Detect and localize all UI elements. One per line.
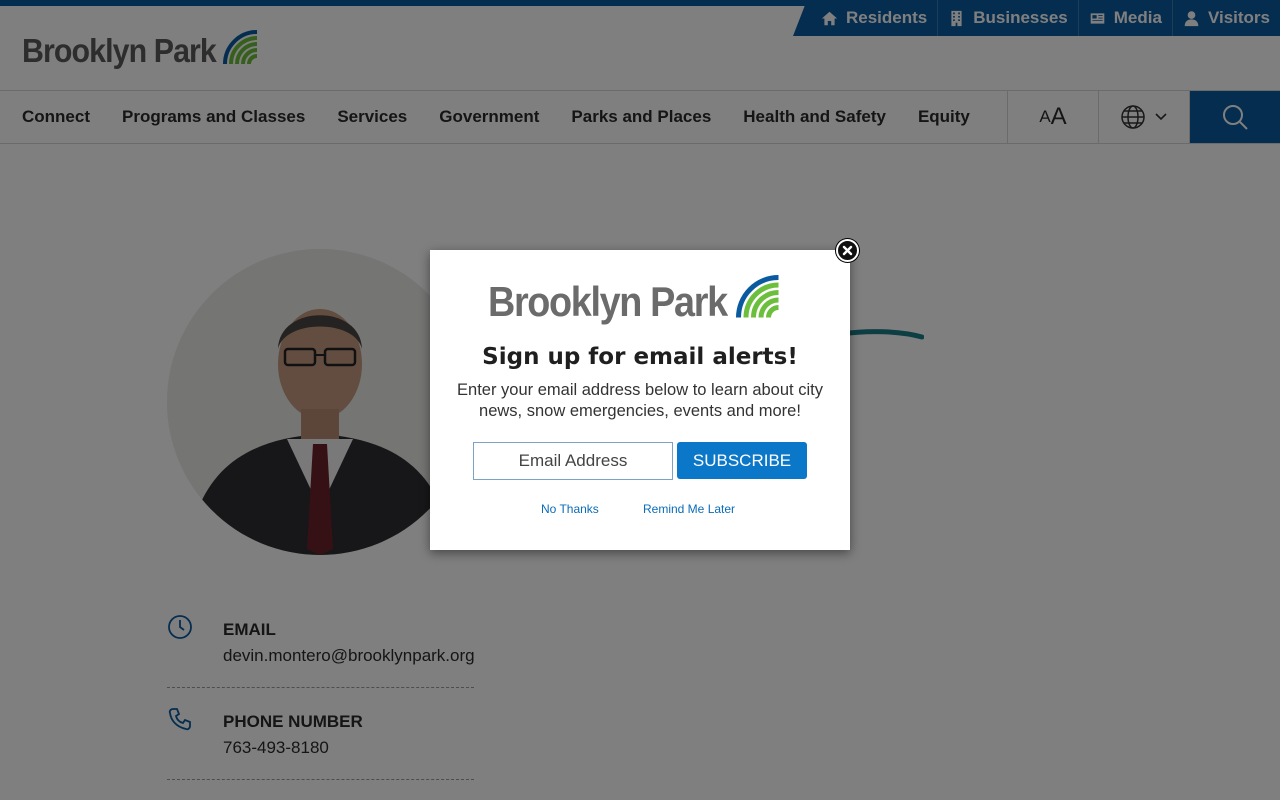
logo-arcs-icon [736,275,780,318]
modal-heading: Sign up for email alerts! [482,344,798,370]
subscribe-button[interactable]: SUBSCRIBE [677,442,807,479]
email-signup-modal: Brooklyn Park Sign up for email alerts! … [430,250,850,550]
modal-logo-text: Brooklyn Park [488,278,728,325]
modal-close-button[interactable] [836,239,859,262]
remind-me-later-link[interactable]: Remind Me Later [643,502,735,516]
close-icon [842,245,853,256]
no-thanks-link[interactable]: No Thanks [541,502,599,516]
modal-logo: Brooklyn Park [488,270,781,326]
email-input[interactable] [473,442,673,480]
modal-description: Enter your email address below to learn … [457,381,823,420]
